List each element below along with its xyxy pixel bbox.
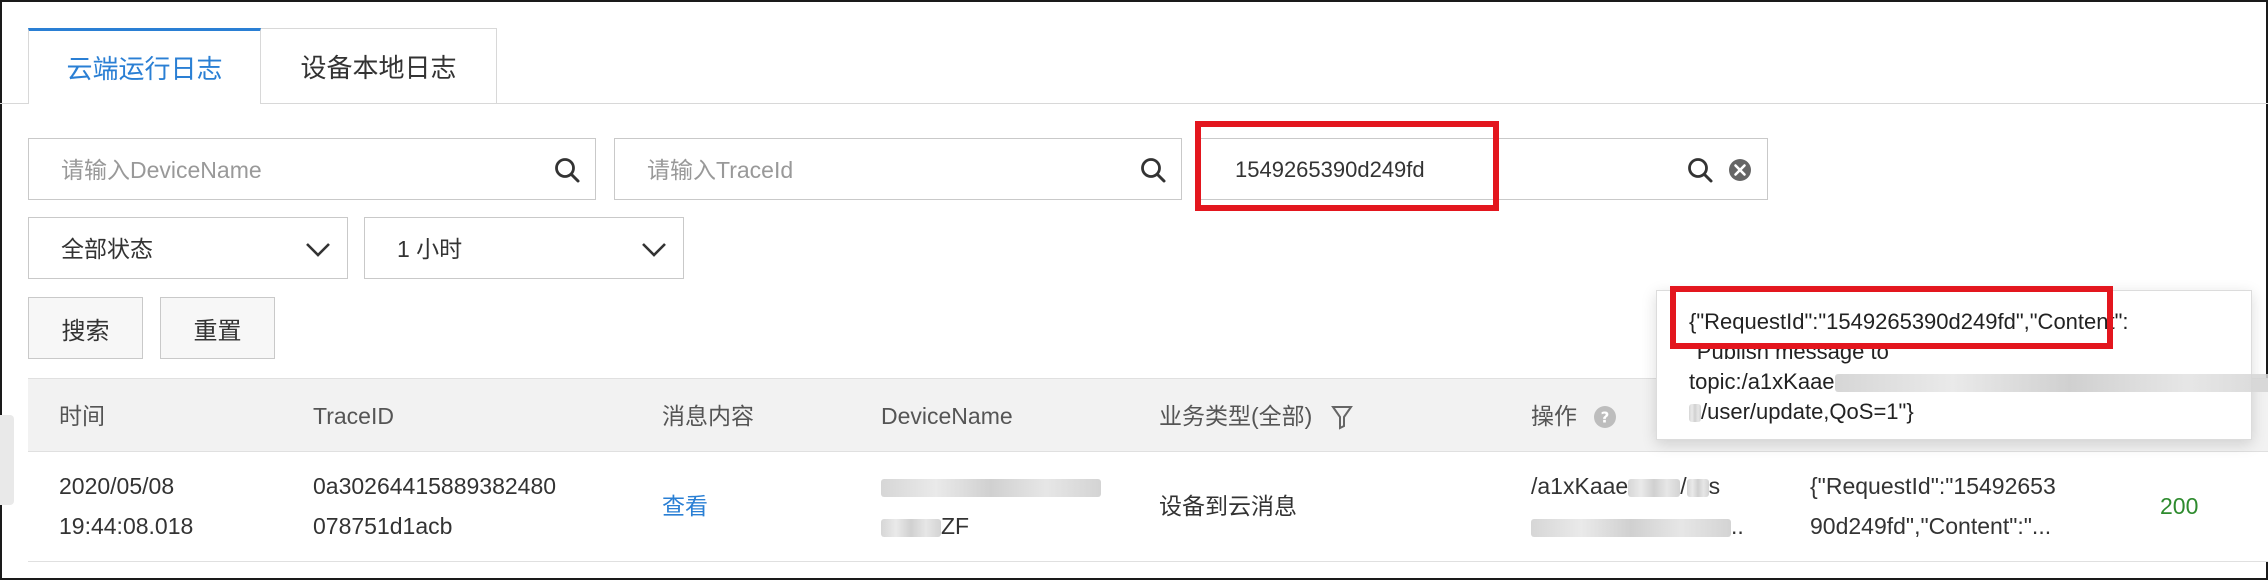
- search-icon[interactable]: [1139, 156, 1167, 184]
- redacted-text: [881, 518, 941, 537]
- column-header-trace-id: TraceID: [313, 403, 394, 429]
- status-select-value: 全部状态: [61, 236, 153, 262]
- search-icon[interactable]: [553, 156, 581, 184]
- redacted-text: [1628, 478, 1681, 497]
- search-button[interactable]: 搜索: [28, 297, 143, 359]
- chevron-down-icon: [642, 243, 666, 257]
- column-header-device-name: DeviceName: [881, 403, 1013, 429]
- redacted-text: [1834, 374, 2268, 393]
- redacted-text: [1689, 404, 1701, 423]
- time-range-select[interactable]: 1 小时: [364, 217, 684, 279]
- redacted-text: [881, 478, 1101, 497]
- row-operation: /a1xKaae / s ..: [1531, 473, 1744, 539]
- svg-text:?: ?: [1601, 409, 1610, 427]
- clear-icon[interactable]: [1728, 158, 1752, 182]
- row-time: 2020/05/08 19:44:08.018: [59, 473, 194, 539]
- search-icon[interactable]: [1686, 156, 1714, 184]
- chevron-down-icon: [306, 243, 330, 257]
- row-device-name: ZF: [881, 466, 1101, 546]
- table-row: 2020/05/08 19:44:08.018 0a30264415889382…: [28, 452, 2268, 562]
- status-select[interactable]: 全部状态: [28, 217, 348, 279]
- reset-button[interactable]: 重置: [160, 297, 275, 359]
- redacted-text: [1686, 478, 1709, 497]
- help-icon[interactable]: ?: [1593, 405, 1617, 429]
- view-message-link[interactable]: 查看: [662, 486, 708, 526]
- highlight-box-request-id: [1670, 286, 2113, 349]
- scroll-handle[interactable]: [0, 415, 14, 505]
- trace-id-placeholder: 请输入TraceId: [647, 157, 794, 183]
- device-name-placeholder: 请输入DeviceName: [61, 157, 262, 183]
- tab-device-local-logs[interactable]: 设备本地日志: [261, 28, 497, 104]
- row-content[interactable]: {"RequestId":"15492653 90d249fd","Conten…: [1810, 466, 2056, 546]
- column-header-operation: 操作: [1531, 403, 1577, 429]
- tab-divider: [261, 103, 2268, 104]
- trace-id-input[interactable]: 请输入TraceId: [614, 138, 1182, 200]
- redacted-text: [1531, 518, 1731, 537]
- column-header-business-type[interactable]: 业务类型(全部): [1159, 379, 1312, 453]
- tooltip-line: /user/update,QoS=1"}: [1689, 397, 1914, 427]
- device-name-input[interactable]: 请输入DeviceName: [28, 138, 596, 200]
- row-trace-id: 0a30264415889382480 078751d1acb: [313, 473, 557, 539]
- column-header-message: 消息内容: [662, 403, 754, 429]
- tooltip-line: topic:/a1xKaae: [1689, 367, 2268, 397]
- highlight-box-message-id: [1195, 121, 1499, 211]
- tab-divider: [0, 103, 28, 104]
- row-business-type: 设备到云消息: [1159, 493, 1297, 519]
- filter-icon[interactable]: [1331, 404, 1353, 430]
- tab-cloud-logs[interactable]: 云端运行日志: [28, 28, 261, 104]
- time-range-value: 1 小时: [397, 236, 463, 262]
- column-header-time: 时间: [59, 403, 105, 429]
- row-status-code: 200: [2160, 493, 2199, 519]
